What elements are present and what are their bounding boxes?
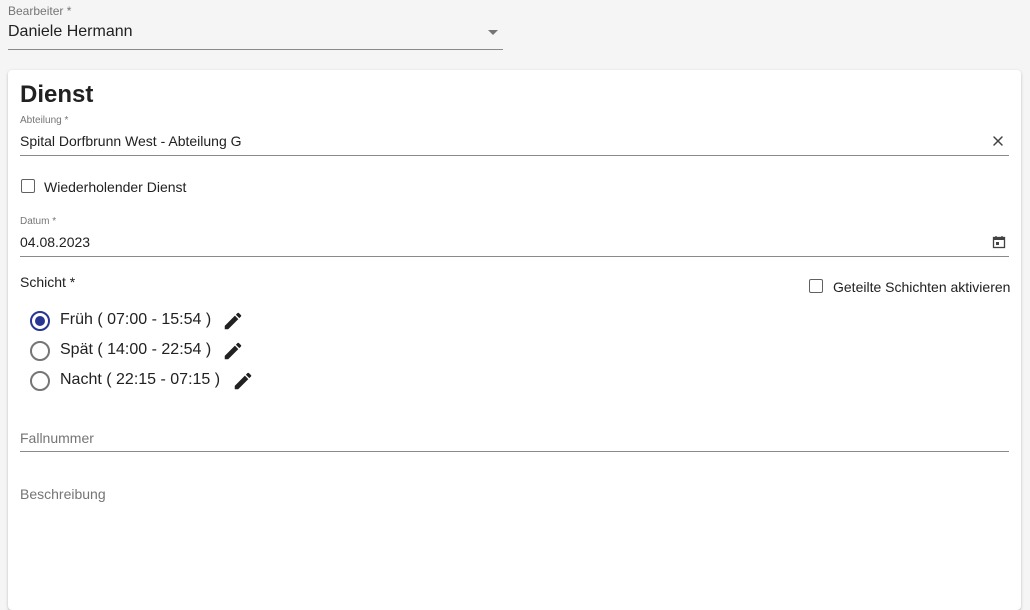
- shift-radio-nacht[interactable]: [30, 371, 50, 391]
- shift-option-frueh[interactable]: Früh ( 07:00 - 15:54 ): [30, 310, 270, 334]
- worker-value: Daniele Hermann: [8, 23, 133, 40]
- shift-radio-spaet[interactable]: [30, 341, 50, 361]
- shift-option-spaet[interactable]: Spät ( 14:00 - 22:54 ): [30, 340, 270, 364]
- date-value: 04.08.2023: [20, 234, 91, 250]
- calendar-icon[interactable]: [992, 235, 1006, 249]
- case-number-input[interactable]: Fallnummer: [20, 422, 1009, 452]
- department-field[interactable]: Abteilung * Spital Dorfbrunn West - Abte…: [20, 114, 1009, 156]
- description-placeholder: Beschreibung: [20, 486, 106, 502]
- dropdown-arrow-icon[interactable]: [488, 30, 498, 35]
- description-textarea[interactable]: Beschreibung: [20, 478, 1009, 608]
- date-label: Datum *: [20, 216, 57, 227]
- shift-radio-frueh[interactable]: [30, 311, 50, 331]
- split-shifts-label: Geteilte Schichten aktivieren: [833, 279, 1011, 295]
- department-label: Abteilung *: [20, 115, 69, 126]
- shift-option-nacht[interactable]: Nacht ( 22:15 - 07:15 ): [30, 370, 270, 394]
- worker-select[interactable]: Bearbeiter * Daniele Hermann: [8, 0, 503, 50]
- split-shifts-checkbox[interactable]: [809, 279, 823, 293]
- edit-pencil-icon[interactable]: [222, 340, 244, 362]
- shift-option-label: Nacht ( 22:15 - 07:15 ): [60, 371, 221, 388]
- shift-option-label: Spät ( 14:00 - 22:54 ): [60, 341, 212, 358]
- edit-pencil-icon[interactable]: [222, 310, 244, 332]
- edit-pencil-icon[interactable]: [232, 370, 254, 392]
- clear-icon[interactable]: [991, 134, 1005, 148]
- recurring-label: Wiederholender Dienst: [44, 179, 187, 195]
- worker-label: Bearbeiter *: [8, 4, 72, 18]
- case-number-placeholder: Fallnummer: [20, 430, 94, 446]
- shift-label: Schicht *: [20, 274, 76, 290]
- shift-option-label: Früh ( 07:00 - 15:54 ): [60, 311, 212, 328]
- department-value: Spital Dorfbrunn West - Abteilung G: [20, 133, 242, 149]
- recurring-checkbox[interactable]: [21, 179, 35, 193]
- date-field[interactable]: Datum * 04.08.2023: [20, 215, 1009, 257]
- dienst-card: Dienst Abteilung * Spital Dorfbrunn West…: [8, 70, 1021, 610]
- card-title: Dienst: [20, 81, 94, 108]
